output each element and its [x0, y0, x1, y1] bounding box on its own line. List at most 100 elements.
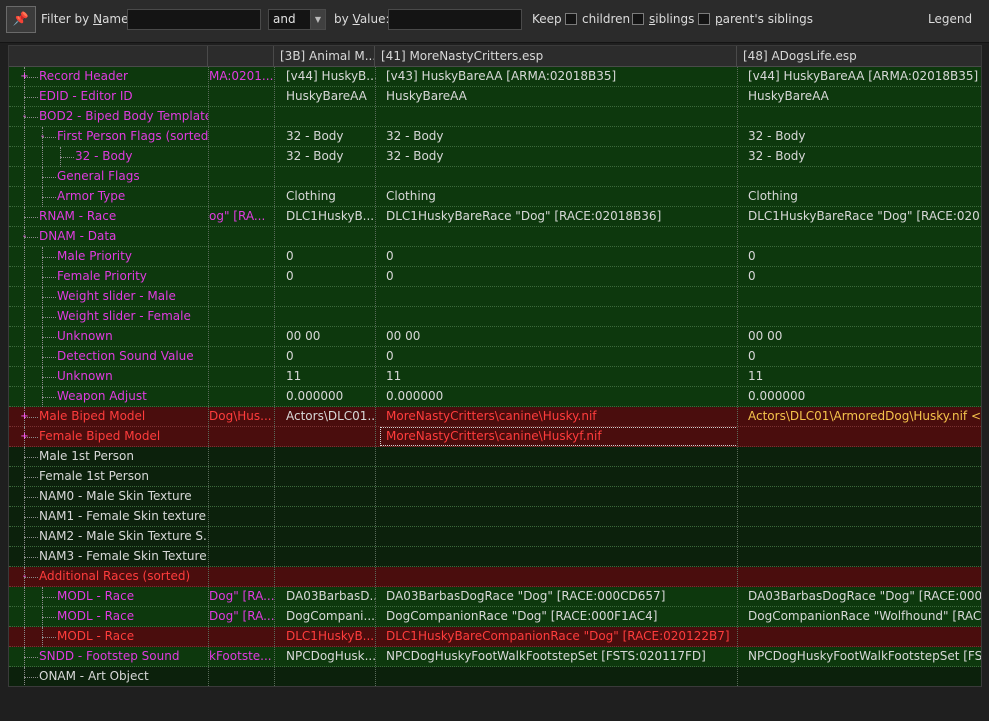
morenastycritters-cell[interactable]: 00 00	[380, 327, 738, 346]
adogslife-cell[interactable]: NPCDogHuskyFootWalkFootstepSet [FST...	[742, 647, 981, 666]
adogslife-cell[interactable]	[742, 527, 981, 546]
base-cell[interactable]: og" [RA...	[208, 207, 274, 226]
morenastycritters-cell[interactable]: DA03BarbasDogRace "Dog" [RACE:000CD657]	[380, 587, 738, 606]
base-cell[interactable]	[208, 287, 274, 306]
table-row[interactable]: General Flags	[9, 167, 981, 187]
animal-cell[interactable]: 0	[280, 247, 376, 266]
adogslife-cell[interactable]	[742, 427, 981, 446]
table-row[interactable]: - DNAM - Data	[9, 227, 981, 247]
animal-cell[interactable]	[280, 107, 376, 126]
siblings-label[interactable]: siblings	[649, 9, 694, 30]
animal-cell[interactable]	[280, 547, 376, 566]
animal-cell[interactable]	[280, 507, 376, 526]
morenastycritters-cell[interactable]: 32 - Body	[380, 147, 738, 166]
base-cell[interactable]	[208, 627, 274, 646]
adogslife-cell[interactable]: Actors\DLC01\ArmoredDog\Husky.nif <2...	[742, 407, 981, 426]
table-row[interactable]: Male 1st Person	[9, 447, 981, 467]
adogslife-cell[interactable]	[742, 287, 981, 306]
adogslife-cell[interactable]	[742, 447, 981, 466]
animal-cell[interactable]: 32 - Body	[280, 147, 376, 166]
morenastycritters-cell[interactable]: Clothing	[380, 187, 738, 206]
morenastycritters-cell[interactable]	[380, 507, 738, 526]
table-row[interactable]: Unknown 11 11 11	[9, 367, 981, 387]
morenastycritters-cell[interactable]: [v43] HuskyBareAA [ARMA:02018B35]	[380, 67, 738, 86]
table-row[interactable]: SNDD - Footstep Sound kFootste... NPCDogHu…	[9, 647, 981, 667]
table-row[interactable]: NAM3 - Female Skin Texture ...	[9, 547, 981, 567]
adogslife-cell[interactable]	[742, 567, 981, 586]
table-row[interactable]: Detection Sound Value 0 0 0	[9, 347, 981, 367]
table-row[interactable]: - Additional Races (sorted)	[9, 567, 981, 587]
morenastycritters-cell[interactable]: MoreNastyCritters\canine\Huskyf.nif	[380, 427, 738, 446]
table-row[interactable]: 32 - Body 32 - Body 32 - Body 32 - Body	[9, 147, 981, 167]
animal-cell[interactable]	[280, 287, 376, 306]
table-row[interactable]: RNAM - Race og" [RA... DLC1HuskyB... DLC1Hu…	[9, 207, 981, 227]
base-cell[interactable]	[208, 127, 274, 146]
children-checkbox[interactable]	[565, 13, 577, 25]
morenastycritters-cell[interactable]: HuskyBareAA	[380, 87, 738, 106]
table-row[interactable]: Female 1st Person	[9, 467, 981, 487]
base-cell[interactable]	[208, 167, 274, 186]
morenastycritters-cell[interactable]	[380, 167, 738, 186]
morenastycritters-cell[interactable]	[380, 307, 738, 326]
base-cell[interactable]	[208, 467, 274, 486]
base-cell[interactable]	[208, 267, 274, 286]
adogslife-cell[interactable]: 0	[742, 267, 981, 286]
parents-siblings-label[interactable]: parent's siblings	[715, 9, 813, 30]
adogslife-cell[interactable]: 00 00	[742, 327, 981, 346]
table-row[interactable]: + Record Header MA:0201... [v44] HuskyB...[…	[9, 67, 981, 87]
morenastycritters-cell[interactable]	[380, 547, 738, 566]
legend-button[interactable]: Legend	[928, 9, 972, 30]
table-row[interactable]: MODL - Race Dog" [RA... DA03BarbasD... DA03…	[9, 587, 981, 607]
adogslife-cell[interactable]	[742, 227, 981, 246]
animal-cell[interactable]: NPCDogHusk...	[280, 647, 376, 666]
table-row[interactable]: Armor Type Clothing Clothing Clothing	[9, 187, 981, 207]
children-label[interactable]: children	[582, 9, 630, 30]
adogslife-cell[interactable]: DLC1HuskyBareRace "Dog" [RACE:02018B...	[742, 207, 981, 226]
animal-cell[interactable]	[280, 307, 376, 326]
table-row[interactable]: Weight slider - Male	[9, 287, 981, 307]
base-cell[interactable]	[208, 667, 274, 686]
table-row[interactable]: - First Person Flags (sorted) 32 - Body 32 …	[9, 127, 981, 147]
table-row[interactable]: NAM2 - Male Skin Texture S...	[9, 527, 981, 547]
table-row[interactable]: NAM0 - Male Skin Texture	[9, 487, 981, 507]
table-row[interactable]: EDID - Editor ID HuskyBareAA HuskyBareAA Hu…	[9, 87, 981, 107]
base-cell[interactable]	[208, 327, 274, 346]
table-row[interactable]: ONAM - Art Object	[9, 667, 981, 686]
base-cell[interactable]	[208, 527, 274, 546]
adogslife-cell[interactable]	[742, 307, 981, 326]
adogslife-cell[interactable]	[742, 547, 981, 566]
base-cell[interactable]	[208, 347, 274, 366]
pin-icon[interactable]: 📌	[6, 6, 36, 33]
column-header-base[interactable]	[208, 46, 274, 67]
morenastycritters-cell[interactable]: DogCompanionRace "Dog" [RACE:000F1AC4]	[380, 607, 738, 626]
adogslife-cell[interactable]	[742, 467, 981, 486]
morenastycritters-cell[interactable]: 0	[380, 347, 738, 366]
animal-cell[interactable]: 0	[280, 267, 376, 286]
base-cell[interactable]: Dog\Hus...	[208, 407, 274, 426]
base-cell[interactable]	[208, 107, 274, 126]
morenastycritters-cell[interactable]: DLC1HuskyBareRace "Dog" [RACE:02018B36]	[380, 207, 738, 226]
adogslife-cell[interactable]: DogCompanionRace "Wolfhound" [RACE...	[742, 607, 981, 626]
table-row[interactable]: MODL - Race DLC1HuskyB... DLC1HuskyBareCom…	[9, 627, 981, 647]
base-cell[interactable]	[208, 247, 274, 266]
adogslife-cell[interactable]: 32 - Body	[742, 147, 981, 166]
base-cell[interactable]: MA:0201...	[208, 67, 274, 86]
animal-cell[interactable]: 00 00	[280, 327, 376, 346]
morenastycritters-cell[interactable]: 11	[380, 367, 738, 386]
column-header-animal[interactable]: [3B] Animal M...	[274, 46, 375, 67]
base-cell[interactable]	[208, 547, 274, 566]
animal-cell[interactable]: 0.000000	[280, 387, 376, 406]
animal-cell[interactable]: 11	[280, 367, 376, 386]
filter-value-input[interactable]	[388, 9, 522, 30]
animal-cell[interactable]	[280, 527, 376, 546]
table-row[interactable]: MODL - Race Dog" [RA... DogCompani... DogCo…	[9, 607, 981, 627]
morenastycritters-cell[interactable]	[380, 487, 738, 506]
base-cell[interactable]	[208, 367, 274, 386]
animal-cell[interactable]	[280, 227, 376, 246]
base-cell[interactable]: Dog" [RA...	[208, 607, 274, 626]
morenastycritters-cell[interactable]: 0.000000	[380, 387, 738, 406]
morenastycritters-cell[interactable]: NPCDogHuskyFootWalkFootstepSet [FSTS:020…	[380, 647, 738, 666]
adogslife-cell[interactable]: 0	[742, 347, 981, 366]
column-header-morenastycritters[interactable]: [41] MoreNastyCritters.esp	[375, 46, 737, 67]
adogslife-cell[interactable]	[742, 507, 981, 526]
